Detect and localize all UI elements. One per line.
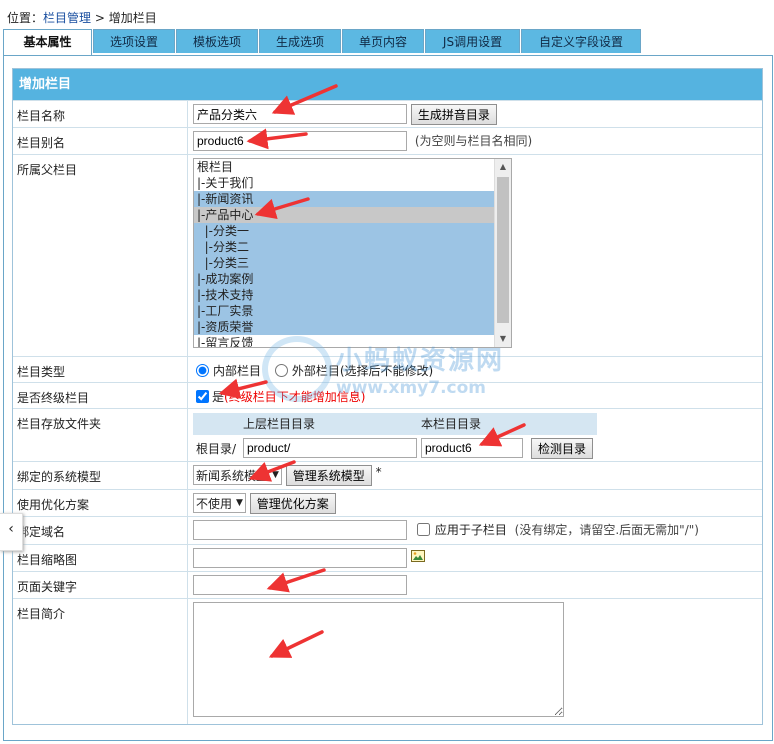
breadcrumb-link-column-management[interactable]: 栏目管理 (43, 11, 91, 25)
keywords-input[interactable] (193, 575, 407, 595)
apply-subcolumn-checkbox[interactable] (416, 523, 430, 536)
thumb-input[interactable] (193, 548, 407, 568)
alias-label: 栏目别名 (13, 127, 188, 155)
select-image-icon[interactable] (410, 550, 425, 562)
internal-radio[interactable] (196, 364, 209, 377)
breadcrumb: 位置：栏目管理 > 增加栏目 (7, 9, 157, 26)
type-label: 栏目类型 (13, 356, 188, 383)
manage-optimize-button[interactable]: 管理优化方案 (249, 493, 336, 514)
dropdown-caret-icon: ▼ (272, 470, 279, 480)
parent-option[interactable]: |-成功案例 (194, 271, 511, 287)
tab-template[interactable]: 模板选项 (176, 29, 258, 53)
tab-basic[interactable]: 基本属性 (3, 29, 92, 56)
external-hint: (选择后不能修改) (339, 364, 434, 378)
final-hint: (终级栏目下才能增加信息) (224, 390, 366, 404)
final-label: 是否终级栏目 (13, 382, 188, 409)
tab-single-page[interactable]: 单页内容 (342, 29, 424, 53)
add-column-panel: 增加栏目 栏目名称 生成拼音目录 栏目别名 (为空则与栏目名相同) 所属父栏目 (12, 68, 763, 725)
parent-listbox[interactable]: 根栏目 |-关于我们 |-新闻资讯 |-产品中心 |-分类一 |-分类二 |-分… (193, 158, 512, 348)
scroll-thumb[interactable] (497, 177, 509, 323)
name-input[interactable] (193, 104, 407, 124)
parent-option[interactable]: |-留言反馈 (194, 335, 511, 347)
breadcrumb-separator: > (91, 11, 109, 25)
parent-option[interactable]: |-工厂实景 (194, 303, 511, 319)
parent-option[interactable]: |-关于我们 (194, 175, 511, 191)
breadcrumb-prefix: 位置： (7, 11, 44, 25)
intro-label: 栏目简介 (13, 598, 188, 724)
folder-label: 栏目存放文件夹 (13, 408, 188, 462)
parent-option[interactable]: |-新闻资讯 (194, 191, 511, 207)
apply-subcolumn-label: 应用于子栏目 (434, 523, 507, 537)
tab-generate[interactable]: 生成选项 (259, 29, 341, 53)
parent-option[interactable]: 根栏目 (194, 159, 511, 175)
external-radio-label: 外部栏目 (291, 364, 340, 378)
listbox-scrollbar[interactable]: ▲ ▼ (494, 159, 511, 347)
model-select[interactable]: 新闻系统模型 ▼ (193, 465, 282, 485)
tab-js-settings[interactable]: JS调用设置 (425, 29, 520, 53)
parent-dir-input[interactable] (243, 438, 417, 458)
name-label: 栏目名称 (13, 100, 188, 128)
optimize-label: 使用优化方案 (13, 489, 188, 517)
parent-option[interactable]: |-技术支持 (194, 287, 511, 303)
model-label: 绑定的系统模型 (13, 461, 188, 490)
check-dir-button[interactable]: 检测目录 (531, 437, 594, 459)
domain-hint: (没有绑定，请留空.后面无需加"/") (514, 523, 699, 537)
internal-radio-label: 内部栏目 (213, 364, 262, 378)
chevron-left-icon: ‹ (8, 521, 14, 537)
tab-custom-fields[interactable]: 自定义字段设置 (521, 29, 641, 53)
alias-hint: (为空则与栏目名相同) (414, 134, 533, 148)
final-checkbox[interactable] (196, 390, 209, 403)
generate-pinyin-button[interactable]: 生成拼音目录 (410, 104, 497, 125)
dropdown-caret-icon: ▼ (236, 498, 243, 508)
domain-input[interactable] (193, 520, 407, 540)
required-mark: * (375, 465, 382, 479)
intro-textarea[interactable] (193, 602, 564, 717)
parent-option[interactable]: |-分类三 (194, 255, 511, 271)
manage-model-button[interactable]: 管理系统模型 (285, 465, 372, 486)
parent-option[interactable]: |-分类二 (194, 239, 511, 255)
keywords-label: 页面关键字 (13, 571, 188, 599)
external-radio[interactable] (274, 364, 288, 377)
final-checkbox-label: 是 (212, 390, 225, 404)
content-frame: 增加栏目 栏目名称 生成拼音目录 栏目别名 (为空则与栏目名相同) 所属父栏目 (3, 55, 773, 741)
parent-dir-header: 上层栏目目录 (243, 413, 421, 435)
parent-option[interactable]: |-资质荣誉 (194, 319, 511, 335)
parent-label: 所属父栏目 (13, 154, 188, 357)
alias-input[interactable] (193, 131, 407, 151)
optimize-select[interactable]: 不使用 ▼ (193, 493, 246, 513)
root-dir-label: 根目录/ (196, 441, 237, 456)
domain-label: 绑定域名 (13, 516, 188, 545)
side-collapse-tab[interactable]: ‹ (0, 513, 23, 551)
tab-options[interactable]: 选项设置 (93, 29, 175, 53)
breadcrumb-current: 增加栏目 (108, 11, 157, 25)
tab-bar: 基本属性 选项设置 模板选项 生成选项 单页内容 JS调用设置 自定义字段设置 (3, 29, 642, 56)
self-dir-input[interactable] (421, 438, 523, 458)
scroll-down-icon[interactable]: ▼ (495, 331, 511, 347)
panel-title: 增加栏目 (13, 69, 762, 100)
thumb-label: 栏目缩略图 (13, 544, 188, 572)
parent-option-selected[interactable]: |-产品中心 (194, 207, 511, 223)
scroll-up-icon[interactable]: ▲ (495, 159, 511, 175)
folder-table: 上层栏目目录 本栏目目录 根目录/ 检测目录 (193, 413, 597, 461)
form-table: 栏目名称 生成拼音目录 栏目别名 (为空则与栏目名相同) 所属父栏目 根栏目 (13, 100, 762, 724)
parent-option[interactable]: |-分类一 (194, 223, 511, 239)
self-dir-header: 本栏目目录 (421, 413, 527, 435)
